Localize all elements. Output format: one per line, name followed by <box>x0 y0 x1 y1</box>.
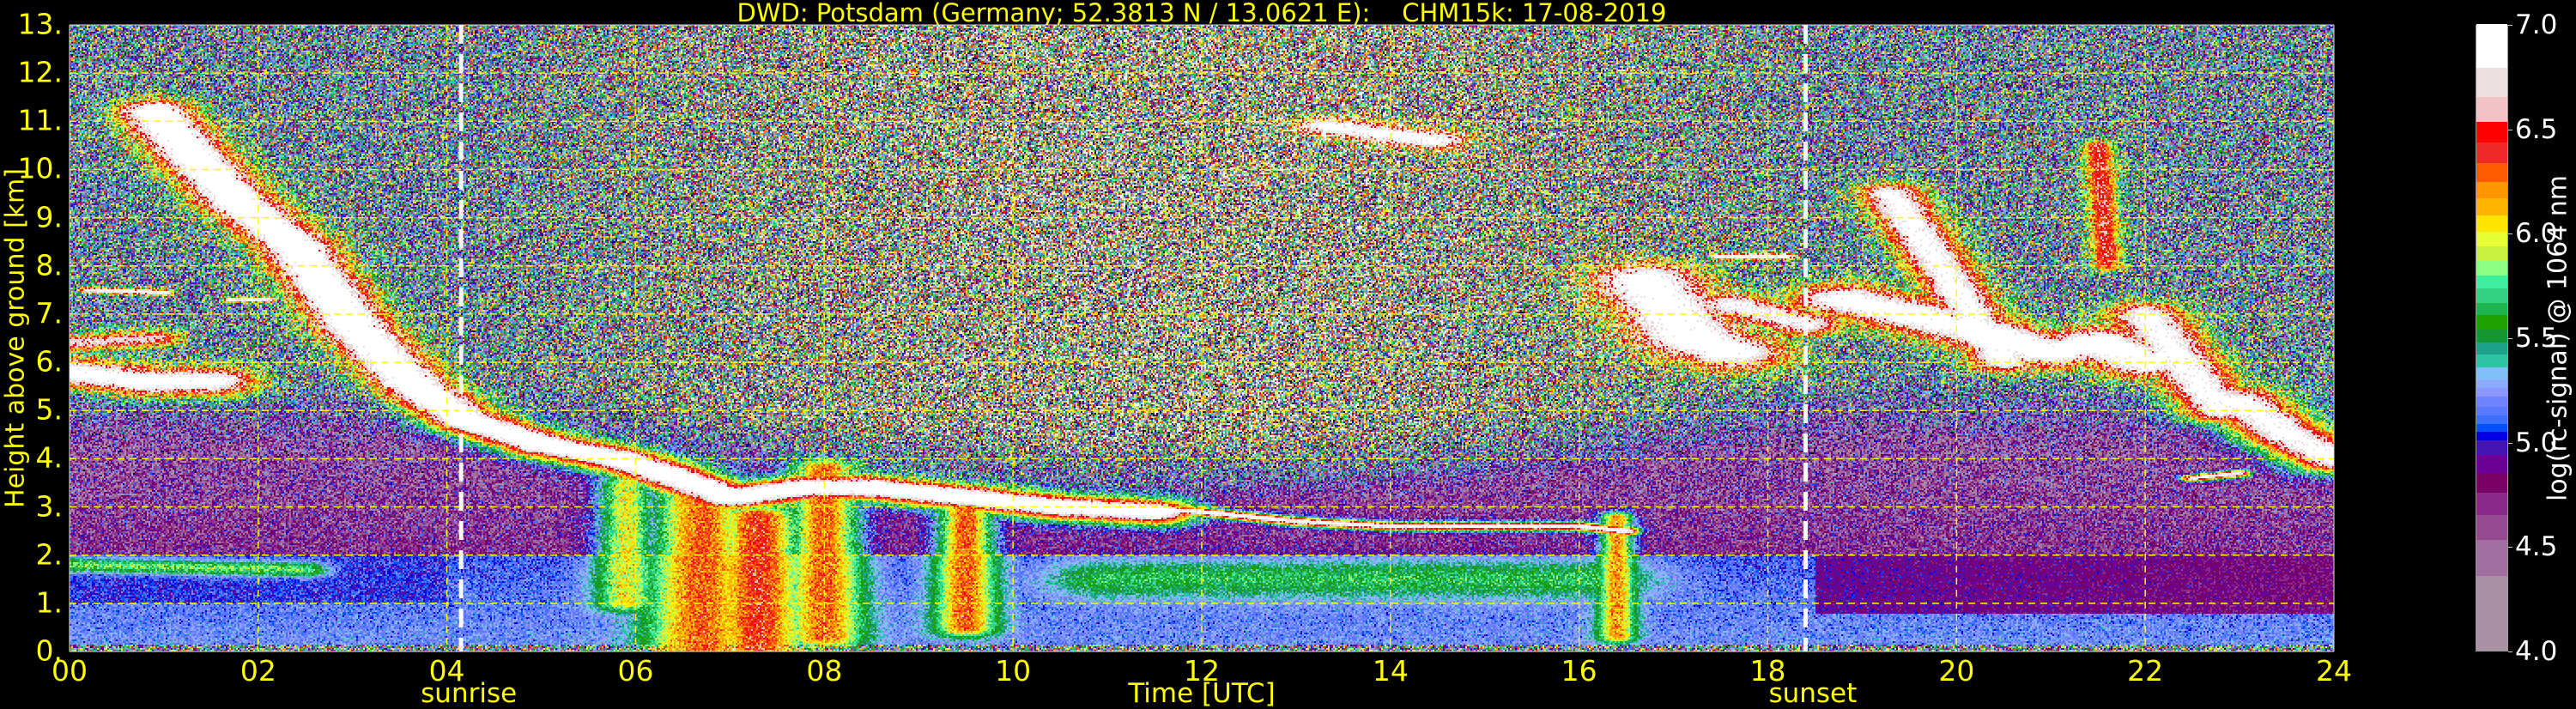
colorbar-segment <box>2476 353 2507 367</box>
colorbar-segment <box>2476 538 2507 576</box>
colorbar-tick-mark <box>2508 338 2512 339</box>
x-tick-label: 20 <box>1938 654 1975 688</box>
colorbar-tick-label: 7.0 <box>2515 9 2558 40</box>
y-tick-label: 10. <box>17 152 63 186</box>
x-tick-label: 24 <box>2316 654 2352 688</box>
y-tick-label: 8. <box>35 248 64 282</box>
colorbar-segment <box>2476 438 2507 455</box>
colorbar-segment <box>2476 213 2507 233</box>
x-tick-label: 12 <box>1184 654 1220 688</box>
colorbar-segment <box>2476 161 2507 182</box>
y-tick-label: 2. <box>35 537 64 572</box>
y-tick-label: 1. <box>35 585 64 620</box>
x-tick-label: 00 <box>52 654 88 688</box>
y-tick-label: 6. <box>35 344 64 379</box>
colorbar-tick-label: 4.5 <box>2515 531 2558 563</box>
colorbar-segment <box>2476 65 2507 97</box>
colorbar <box>2476 23 2508 651</box>
y-tick-label: 7. <box>35 296 64 330</box>
sunset-label: sunset <box>1768 678 1858 709</box>
sunrise-label: sunrise <box>421 678 518 709</box>
y-tick-label: 12. <box>17 55 63 89</box>
chart-title: DWD: Potsdam (Germany; 52.3813 N / 13.06… <box>736 0 1667 27</box>
colorbar-segment <box>2476 245 2507 262</box>
colorbar-segment <box>2476 197 2507 215</box>
x-tick-label: 06 <box>617 654 654 688</box>
colorbar-segment <box>2476 313 2507 330</box>
colorbar-tick-mark <box>2508 25 2512 26</box>
colorbar-tick-mark <box>2508 547 2512 548</box>
colorbar-segment <box>2476 119 2507 142</box>
colorbar-segment <box>2476 490 2507 516</box>
x-tick-label: 08 <box>806 654 843 688</box>
colorbar-segment <box>2476 513 2507 541</box>
y-tick-label: 11. <box>17 104 63 138</box>
colorbar-segment <box>2476 452 2507 474</box>
colorbar-segment <box>2476 230 2507 247</box>
colorbar-segment <box>2476 328 2507 342</box>
colorbar-segment <box>2476 94 2507 122</box>
colorbar-segment <box>2476 23 2507 68</box>
y-tick-label: 4. <box>35 441 64 476</box>
grid-overlay <box>69 24 2335 652</box>
x-tick-label: 02 <box>239 654 276 688</box>
y-tick-label: 13. <box>17 7 63 41</box>
colorbar-label: log(rc-signal) @ 1064 nm <box>2543 174 2573 502</box>
colorbar-segment <box>2476 140 2507 164</box>
colorbar-tick-label: 6.5 <box>2515 113 2558 145</box>
colorbar-segment <box>2476 286 2507 303</box>
colorbar-tick-mark <box>2508 442 2512 444</box>
y-tick-label: 5. <box>35 392 64 427</box>
colorbar-tick-mark <box>2508 651 2512 652</box>
colorbar-tick-mark <box>2508 233 2512 235</box>
x-tick-label: 16 <box>1561 654 1597 688</box>
colorbar-segment <box>2476 573 2507 651</box>
colorbar-segment <box>2476 340 2507 355</box>
y-tick-label: 9. <box>35 200 64 234</box>
colorbar-segment <box>2476 300 2507 316</box>
x-tick-label: 14 <box>1372 654 1409 688</box>
x-tick-label: 10 <box>995 654 1032 688</box>
colorbar-segment <box>2476 471 2507 493</box>
colorbar-segment <box>2476 274 2507 288</box>
colorbar-segment <box>2476 259 2507 276</box>
plot-area <box>69 24 2335 652</box>
y-tick-label: 3. <box>35 489 64 524</box>
x-tick-label: 22 <box>2127 654 2164 688</box>
y-axis-label: Height above ground [km] <box>0 168 31 508</box>
colorbar-tick-label: 4.0 <box>2515 636 2558 667</box>
colorbar-segment <box>2476 179 2507 199</box>
colorbar-segment <box>2476 365 2507 380</box>
